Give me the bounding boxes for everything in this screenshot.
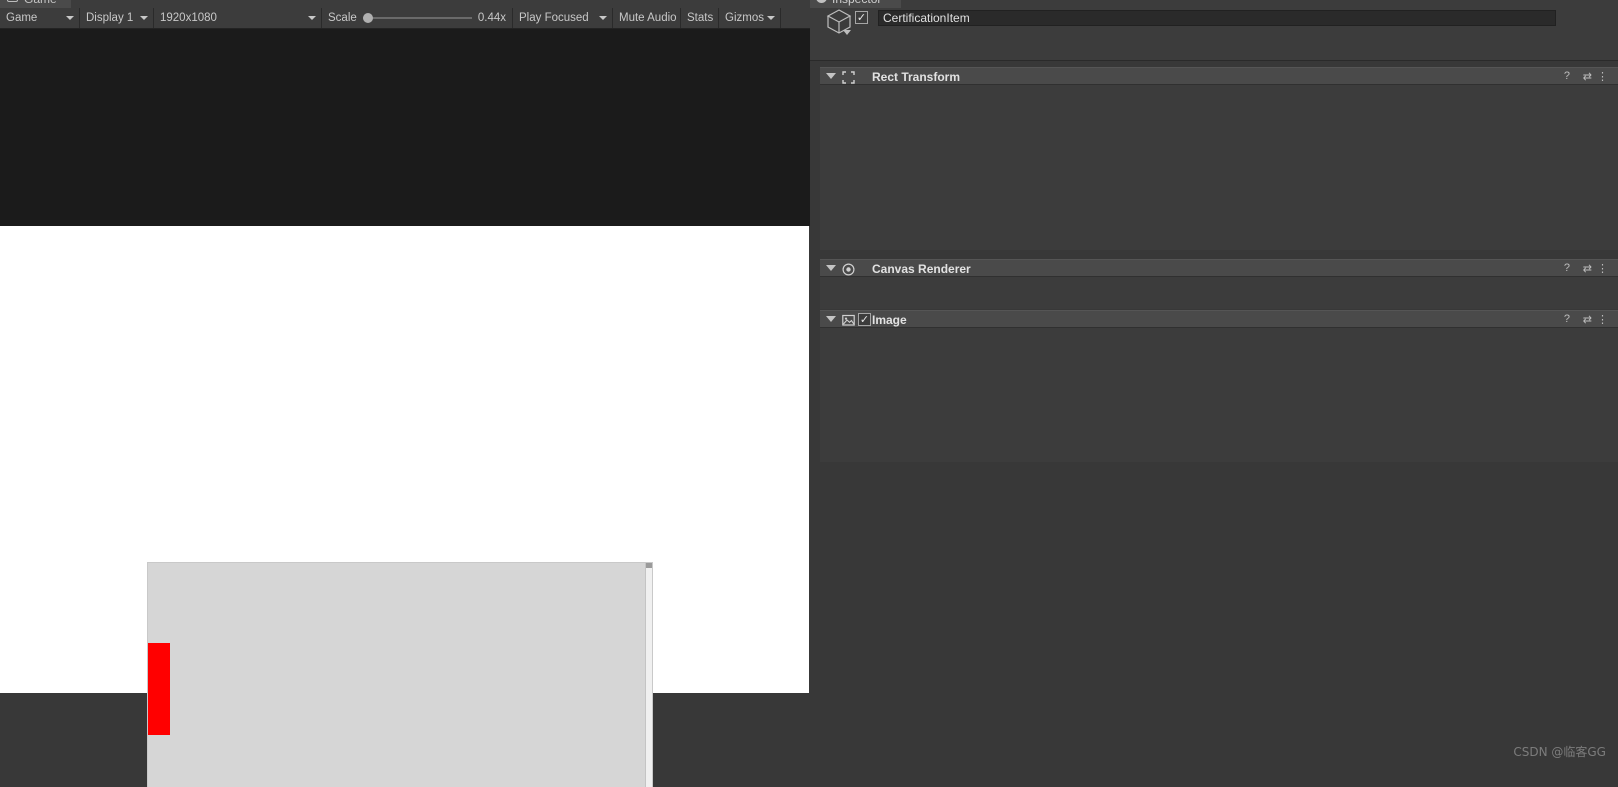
component-title: Image — [872, 313, 907, 327]
game-render-surface[interactable]: New Text 按钮 — [0, 226, 809, 787]
help-icon[interactable]: ? — [1564, 313, 1570, 325]
component-body-image — [820, 328, 1618, 462]
tab-game-label: Game — [24, 0, 57, 6]
info-icon: i — [816, 0, 827, 3]
component-title: Canvas Renderer — [872, 262, 971, 276]
component-body-rect-transform — [820, 85, 1618, 250]
rect-transform-icon — [842, 71, 855, 84]
gizmos-label: Gizmos — [725, 12, 764, 24]
inspector-panel: i Inspector ✓ CertificationItem Static T… — [810, 0, 1618, 787]
game-view-icon — [7, 0, 18, 2]
chevron-down-icon — [767, 16, 775, 20]
chevron-down-icon — [66, 16, 74, 20]
component-body-canvas-renderer — [820, 277, 1618, 309]
image-icon — [842, 314, 855, 326]
gameobject-active-checkbox[interactable]: ✓ — [855, 11, 868, 24]
game-view-panel: Game Game Display 1 1920x1080 Scale 0 — [0, 0, 810, 787]
resolution-dropdown[interactable]: 1920x1080 — [154, 8, 322, 28]
ui-red-image-rect — [148, 643, 170, 735]
ui-scrollview-panel[interactable] — [147, 562, 653, 787]
scale-slider-knob[interactable] — [362, 13, 373, 23]
play-mode-label: Play Focused — [519, 12, 589, 24]
scrollbar-thumb[interactable] — [646, 563, 652, 568]
unity-editor-window: Game Game Display 1 1920x1080 Scale 0 — [0, 0, 1618, 787]
help-icon[interactable]: ? — [1564, 70, 1570, 82]
scrollview-vertical-scrollbar[interactable] — [645, 563, 652, 787]
chevron-down-icon — [308, 16, 316, 20]
scale-slider-group[interactable]: Scale 0.44x — [322, 8, 513, 28]
game-letterbox-area — [0, 29, 810, 226]
view-mode-label: Game — [6, 12, 38, 24]
canvas-renderer-icon — [842, 263, 855, 276]
play-mode-dropdown[interactable]: Play Focused — [513, 8, 613, 28]
chevron-down-icon — [140, 16, 148, 20]
stats-label: Stats — [687, 12, 714, 24]
image-enabled-checkbox[interactable]: ✓ — [858, 313, 871, 326]
mute-audio-label: Mute Audio — [619, 12, 677, 24]
view-mode-dropdown[interactable]: Game — [0, 8, 80, 28]
scale-label: Scale — [328, 12, 357, 24]
foldout-triangle-icon[interactable] — [826, 316, 836, 322]
help-icon[interactable]: ? — [1564, 262, 1570, 274]
component-title: Rect Transform — [872, 70, 961, 84]
gizmos-dropdown[interactable]: Gizmos — [719, 8, 781, 28]
context-menu-icon[interactable]: ⋮ — [1597, 70, 1608, 83]
game-toolbar: Game Display 1 1920x1080 Scale 0.44x Pla… — [0, 8, 810, 29]
display-dropdown[interactable]: Display 1 — [80, 8, 154, 28]
foldout-triangle-icon[interactable] — [826, 73, 836, 79]
game-tab-strip: Game — [0, 0, 810, 8]
gameobject-cube-icon — [826, 9, 852, 35]
display-label: Display 1 — [86, 12, 134, 24]
stats-toggle[interactable]: Stats — [681, 8, 719, 28]
mute-audio-toggle[interactable]: Mute Audio — [613, 8, 681, 28]
component-header-canvas-renderer[interactable]: Canvas Renderer ? ⇄ ⋮ — [820, 259, 1618, 277]
watermark-text: CSDN @临客GG — [1513, 745, 1606, 759]
preset-icon[interactable]: ⇄ — [1583, 313, 1592, 326]
scale-slider[interactable] — [362, 13, 472, 23]
inspector-tab-strip: i Inspector — [810, 0, 1618, 8]
context-menu-icon[interactable]: ⋮ — [1597, 313, 1608, 326]
component-header-image[interactable]: ✓ Image ? ⇄ ⋮ — [820, 310, 1618, 328]
tab-game[interactable]: Game — [0, 0, 71, 8]
context-menu-icon[interactable]: ⋮ — [1597, 262, 1608, 275]
chevron-down-icon — [599, 16, 607, 20]
preset-icon[interactable]: ⇄ — [1583, 70, 1592, 83]
gameobject-name-input[interactable]: CertificationItem — [878, 10, 1556, 26]
foldout-triangle-icon[interactable] — [826, 265, 836, 271]
resolution-label: 1920x1080 — [160, 12, 217, 24]
component-header-rect-transform[interactable]: Rect Transform ? ⇄ ⋮ — [820, 67, 1618, 85]
scale-value: 0.44x — [477, 12, 506, 24]
preset-icon[interactable]: ⇄ — [1583, 262, 1592, 275]
